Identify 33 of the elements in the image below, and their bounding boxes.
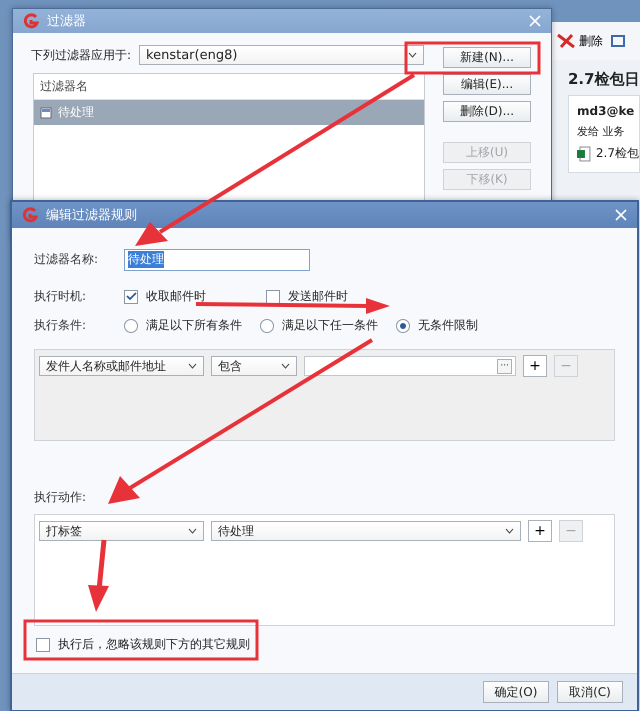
radio-label: 满足以下所有条件 bbox=[146, 317, 242, 334]
window-title: 编辑过滤器规则 bbox=[46, 207, 138, 224]
recipient: 发给 业务 bbox=[577, 124, 626, 139]
checkbox-label: 发送邮件时 bbox=[288, 288, 348, 305]
field-label: 执行时机: bbox=[34, 288, 88, 305]
message-subject: 2.7检包日 bbox=[567, 69, 640, 90]
browse-button[interactable]: ··· bbox=[497, 358, 512, 374]
field-dropdown[interactable]: 发件人名称或邮件地址 bbox=[39, 356, 204, 376]
attachment-link[interactable]: 2.7检包 bbox=[596, 145, 639, 162]
account-dropdown[interactable]: kenstar(eng8) bbox=[139, 45, 424, 65]
field-label: 执行条件: bbox=[34, 317, 88, 334]
add-button[interactable]: + bbox=[528, 520, 552, 542]
field-label: 过滤器名称: bbox=[34, 251, 100, 268]
dialog-button[interactable]: 新建(N)... bbox=[443, 47, 531, 68]
filter-name-field[interactable]: 待处理 bbox=[124, 248, 310, 270]
radio-label: 无条件限制 bbox=[418, 317, 478, 334]
checkbox-label: 收取邮件时 bbox=[146, 288, 206, 305]
checkbox-label: 执行后，忽略该规则下方的其它规则 bbox=[58, 636, 250, 653]
label-dropdown[interactable]: 待处理 bbox=[211, 521, 521, 541]
add-button[interactable]: + bbox=[523, 355, 547, 377]
radio-label: 满足以下任一条件 bbox=[282, 317, 378, 334]
dialog-button[interactable]: 删除(D)... bbox=[443, 101, 531, 122]
field-label: 下列过滤器应用于: bbox=[31, 46, 132, 64]
field-label: 执行动作: bbox=[34, 489, 88, 506]
window-title: 过滤器 bbox=[47, 13, 87, 30]
operator-dropdown[interactable]: 包含 bbox=[211, 356, 297, 376]
ok-button[interactable]: 确定(O) bbox=[483, 681, 549, 703]
value-field[interactable]: ··· bbox=[304, 356, 516, 376]
dialog-button[interactable]: 编辑(E)... bbox=[443, 74, 531, 95]
action-dropdown[interactable]: 打标签 bbox=[39, 521, 204, 541]
sender: md3@ke bbox=[577, 104, 636, 118]
delete-button[interactable]: 删除 bbox=[556, 32, 603, 50]
cancel-button[interactable]: 取消(C) bbox=[557, 681, 623, 703]
